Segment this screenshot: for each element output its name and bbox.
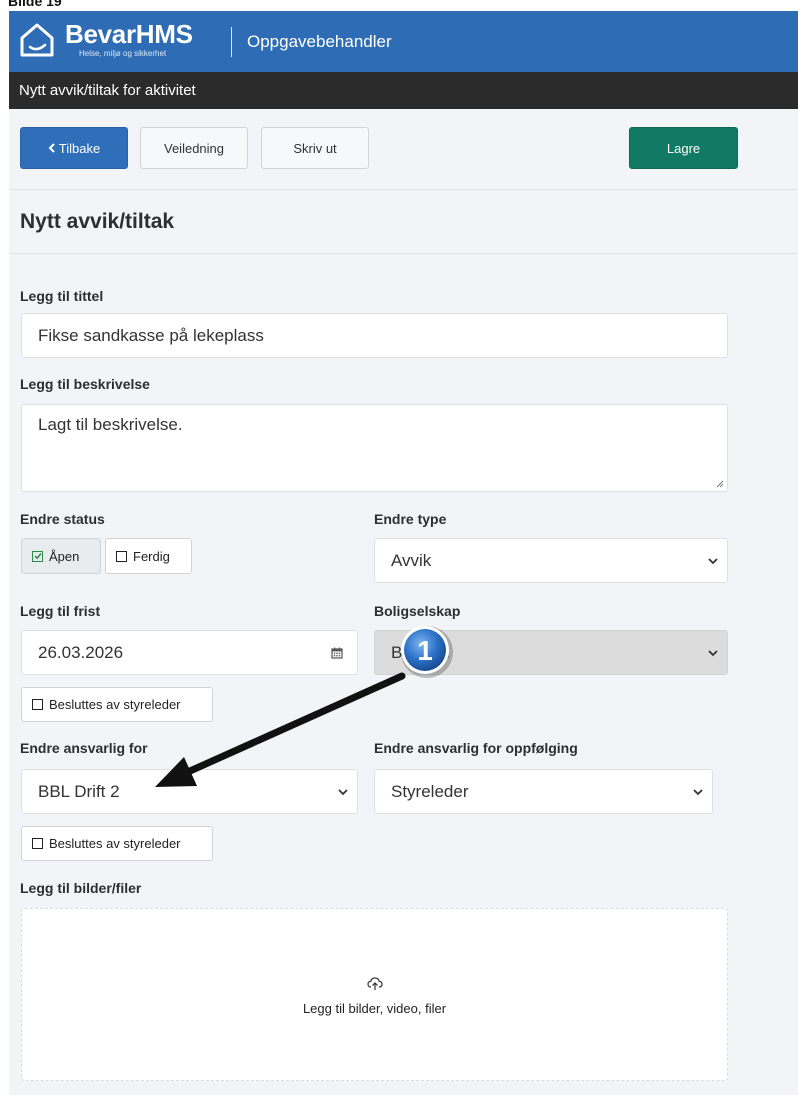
action-toolbar: Tilbake Veiledning Skriv ut Lagre (9, 109, 798, 190)
responsible-exec-label: Endre ansvarlig for (20, 740, 148, 756)
app-title: Oppgavebehandler (247, 32, 392, 51)
status-done-toggle[interactable]: Ferdig (105, 538, 192, 574)
chevron-down-icon (338, 788, 348, 795)
dropzone-text: Legg til bilder, video, filer (302, 1001, 447, 1016)
type-select[interactable]: Avvik (374, 538, 728, 583)
guide-button-label: Veiledning (164, 140, 224, 156)
title-input-value: Fikse sandkasse på lekeplass (38, 325, 264, 345)
header-divider (231, 27, 232, 57)
guide-button[interactable]: Veiledning (140, 127, 248, 169)
responsible-exec-select[interactable]: BBL Drift 2 (21, 769, 358, 814)
subheader-bar: Nytt avvik/tiltak for aktivitet (9, 72, 798, 109)
app-frame: BevarHMS Helse, miljø og sikkerhet Oppga… (9, 11, 798, 1095)
title-input[interactable]: Fikse sandkasse på lekeplass (21, 313, 728, 358)
calendar-icon[interactable] (331, 647, 343, 659)
print-button-label: Skriv ut (293, 140, 337, 156)
housing-label: Boligselskap (374, 603, 461, 619)
logo-wordmark[interactable]: BevarHMS (65, 21, 193, 47)
house-logo-icon (20, 23, 54, 57)
chair-decides-checkbox-2[interactable]: Besluttes av styreleder (21, 826, 213, 861)
print-button[interactable]: Skriv ut (261, 127, 369, 169)
housing-select-value: B en (391, 642, 450, 662)
deadline-label: Legg til frist (20, 603, 101, 619)
checkbox-icon (32, 838, 43, 849)
save-button-label: Lagre (666, 140, 701, 156)
status-open-label: Åpen (49, 548, 80, 564)
document-label: Bilde 19 (8, 0, 62, 9)
responsible-exec-value: BBL Drift 2 (38, 781, 120, 801)
save-button[interactable]: Lagre (629, 127, 738, 169)
back-button-label: Tilbake (58, 140, 101, 156)
chevron-down-icon (708, 557, 718, 564)
type-select-value: Avvik (391, 550, 432, 570)
responsible-follow-select[interactable]: Styreleder (374, 769, 713, 814)
top-navbar: BevarHMS Helse, miljø og sikkerhet Oppga… (9, 11, 798, 72)
status-label: Endre status (20, 511, 105, 527)
chair-decides-label-2: Besluttes av styreleder (49, 836, 181, 851)
files-label: Legg til bilder/filer (20, 880, 142, 896)
chevron-left-icon (48, 143, 55, 153)
status-open-toggle[interactable]: Åpen (21, 538, 101, 574)
responsible-follow-label: Endre ansvarlig for oppfølging (374, 740, 578, 756)
description-textarea[interactable]: Lagt til beskrivelse. (21, 404, 728, 492)
checkbox-icon (116, 550, 127, 562)
title-label: Legg til tittel (20, 288, 104, 304)
chevron-down-icon (708, 649, 718, 656)
logo-tagline: Helse, miljø og sikkerhet (79, 49, 167, 58)
chair-decides-checkbox-1[interactable]: Besluttes av styreleder (21, 687, 213, 722)
description-textarea-value: Lagt til beskrivelse. (38, 415, 183, 434)
responsible-follow-value: Styreleder (391, 781, 469, 801)
deadline-date-value: 26.03.2026 (38, 642, 124, 662)
type-label: Endre type (374, 511, 447, 527)
resize-handle-icon[interactable] (716, 480, 724, 488)
back-button[interactable]: Tilbake (20, 127, 128, 169)
cloud-upload-icon (367, 977, 383, 990)
page-title-row: Nytt avvik/tiltak (9, 190, 798, 254)
deadline-date-input[interactable]: 26.03.2026 (21, 630, 358, 675)
description-label: Legg til beskrivelse (20, 376, 150, 392)
checkbox-checked-icon (32, 550, 43, 562)
chair-decides-label-1: Besluttes av styreleder (49, 697, 181, 712)
subheader-title: Nytt avvik/tiltak for aktivitet (19, 82, 196, 99)
file-dropzone[interactable]: Legg til bilder, video, filer (21, 908, 728, 1081)
chevron-down-icon (693, 788, 703, 795)
checkbox-icon (32, 699, 43, 710)
status-done-label: Ferdig (133, 548, 170, 564)
housing-select: B en (374, 630, 728, 675)
page-title: Nytt avvik/tiltak (20, 210, 175, 233)
